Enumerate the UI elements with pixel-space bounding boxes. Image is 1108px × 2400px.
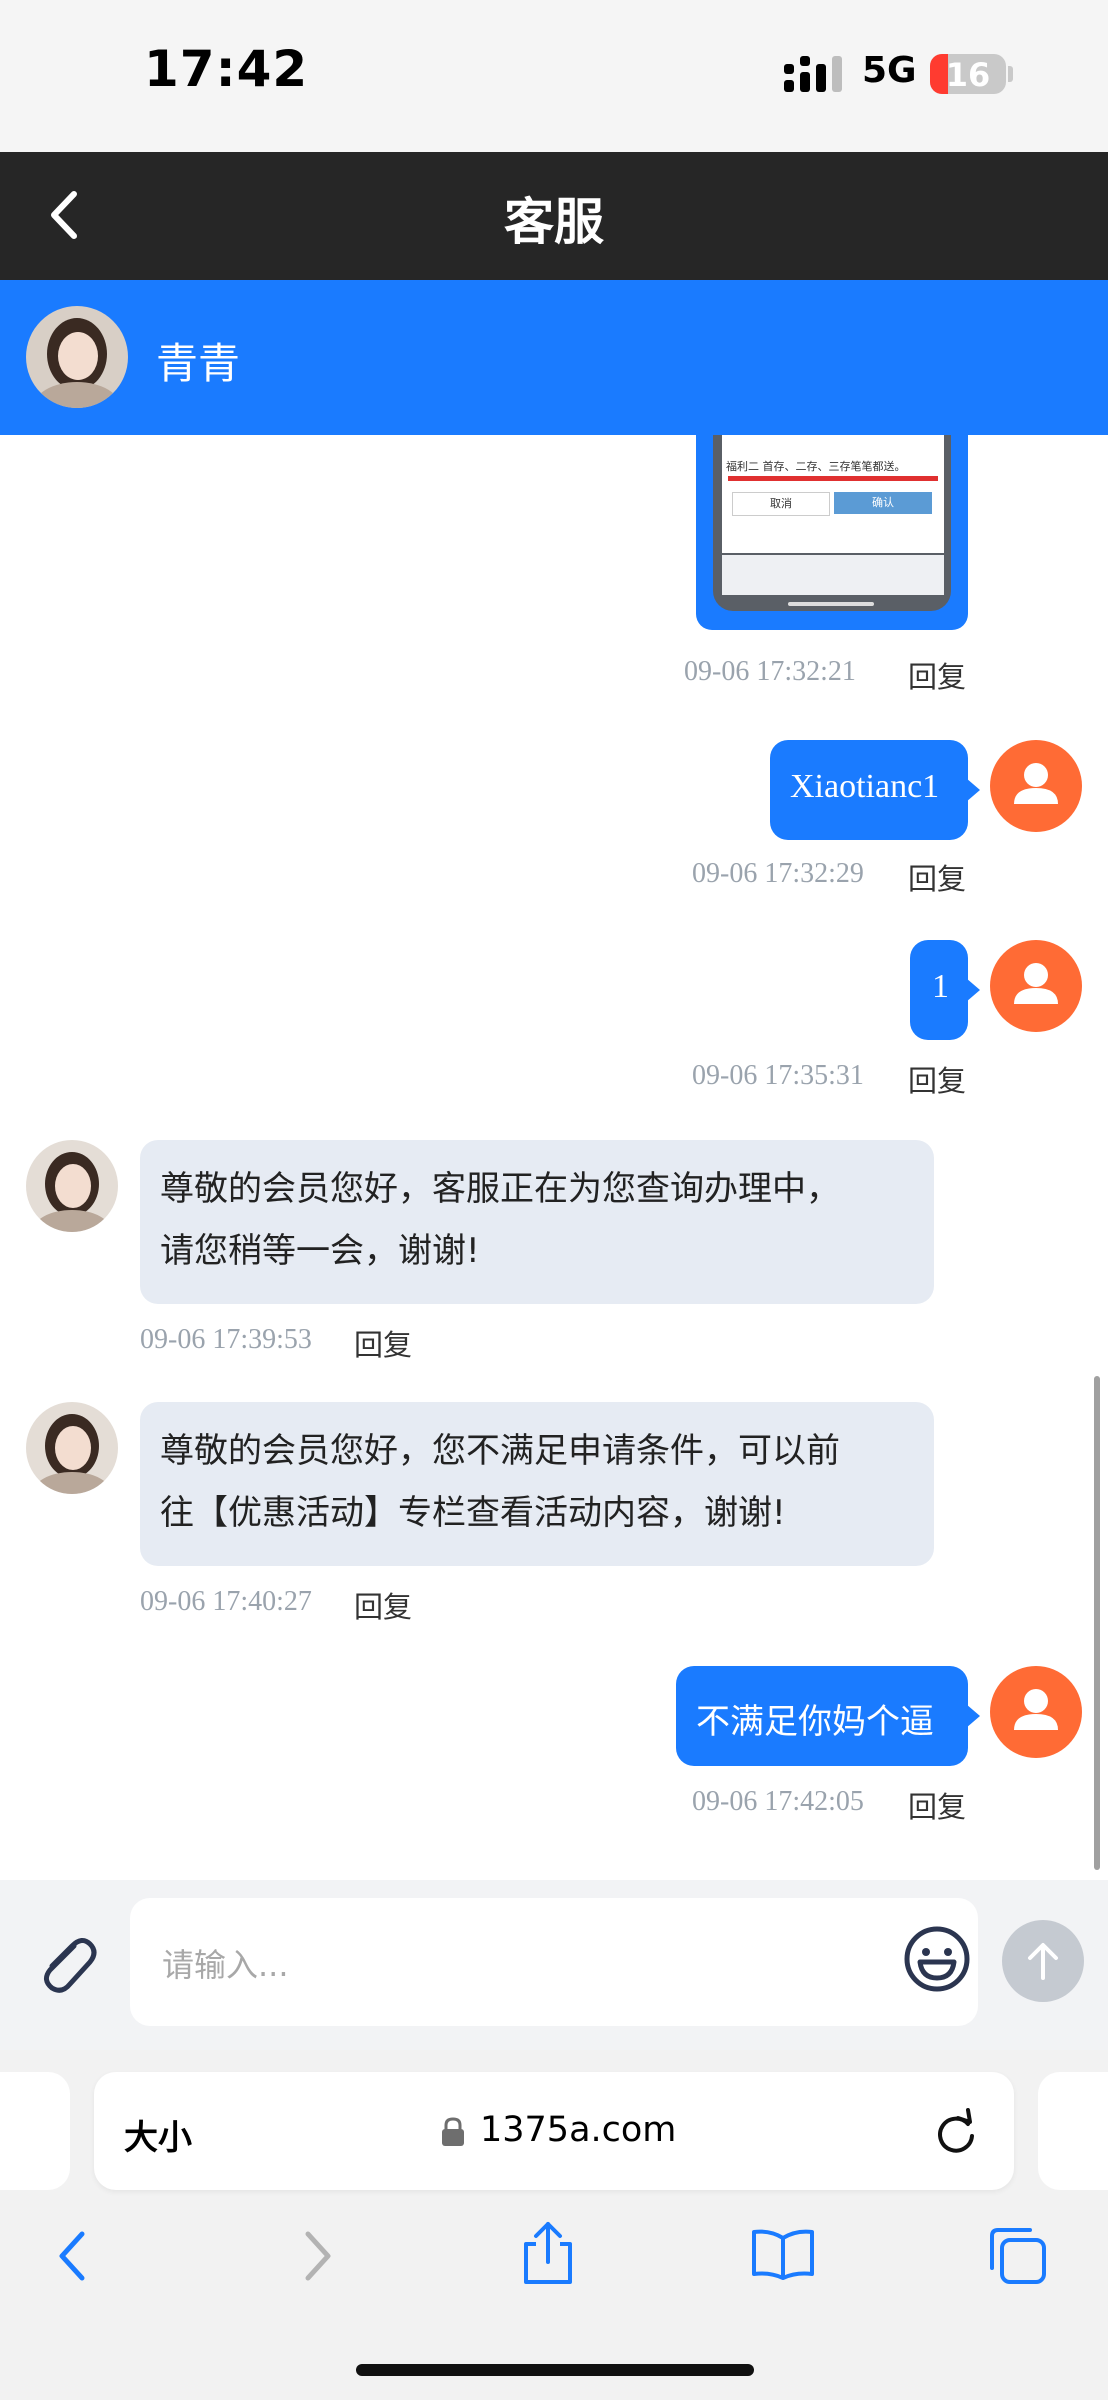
previous-tab[interactable]	[0, 2072, 70, 2190]
tabs-icon[interactable]	[984, 2222, 1050, 2288]
image-message-text: 福利二 首存、二存、三存笔笔都送。	[726, 460, 906, 473]
message-text-line1: 尊敬的会员您好，您不满足申请条件，可以前	[160, 1431, 840, 1471]
share-icon[interactable]	[516, 2218, 580, 2288]
reply-button[interactable]: 回复	[354, 1322, 412, 1364]
page-title: 客服	[504, 193, 604, 251]
message-text-line2: 往【优惠活动】专栏查看活动内容，谢谢!	[160, 1493, 786, 1533]
user-icon	[1014, 963, 1058, 1004]
reply-button[interactable]: 回复	[354, 1584, 412, 1626]
message-timestamp: 09-06 17:32:29	[692, 858, 864, 889]
message-text: 1	[932, 968, 949, 1005]
user-avatar	[990, 940, 1082, 1032]
message-timestamp: 09-06 17:40:27	[140, 1586, 312, 1617]
user-icon	[1014, 763, 1058, 804]
status-time: 17:42	[144, 40, 309, 98]
emoji-icon[interactable]	[902, 1924, 972, 1994]
reply-button[interactable]: 回复	[908, 856, 966, 898]
chat-scrollbar[interactable]	[1094, 1376, 1100, 1870]
send-arrow-icon	[1028, 1943, 1058, 1980]
battery-tip	[1008, 66, 1013, 82]
bubble-tail	[966, 1704, 980, 1728]
reply-button[interactable]: 回复	[908, 1058, 966, 1100]
user-avatar	[990, 740, 1082, 832]
image-message-cancel: 取消	[732, 492, 830, 516]
cellular-signal-icon	[784, 56, 842, 92]
message-text: 不满足你妈个逼	[696, 1702, 934, 1742]
message-timestamp: 09-06 17:39:53	[140, 1324, 312, 1355]
next-tab[interactable]	[1038, 2072, 1108, 2190]
agent-avatar	[26, 1140, 118, 1232]
message-text-line2: 请您稍等一会，谢谢!	[160, 1231, 480, 1271]
text-size-button[interactable]: 大小	[124, 2110, 192, 2159]
url-text: 1375a.com	[480, 2110, 677, 2150]
message-text: Xiaotianc1	[790, 768, 940, 805]
bubble-tail	[966, 978, 980, 1002]
agent-name: 青青	[156, 339, 241, 388]
nav-back-icon[interactable]	[50, 2228, 96, 2284]
user-icon	[1014, 1689, 1058, 1730]
home-indicator	[356, 2364, 754, 2376]
image-message-confirm: 确认	[834, 492, 932, 514]
agent-avatar	[26, 306, 128, 408]
message-timestamp: 09-06 17:32:21	[684, 656, 856, 687]
user-avatar	[990, 1666, 1082, 1758]
network-type: 5G	[862, 50, 917, 91]
bookmarks-icon[interactable]	[748, 2226, 818, 2282]
reply-button[interactable]: 回复	[908, 654, 966, 696]
image-message-divider	[728, 476, 938, 481]
reply-button[interactable]: 回复	[908, 1784, 966, 1826]
lock-icon	[442, 2117, 464, 2146]
nav-forward-icon[interactable]	[294, 2228, 340, 2284]
message-timestamp: 09-06 17:42:05	[692, 1786, 864, 1817]
agent-avatar	[26, 1402, 118, 1494]
image-message-tabbar	[722, 555, 944, 595]
attach-icon[interactable]	[30, 1928, 100, 1998]
message-timestamp: 09-06 17:35:31	[692, 1060, 864, 1091]
message-input-placeholder: 请输入...	[162, 1946, 289, 1984]
bubble-tail	[966, 778, 980, 802]
reload-icon[interactable]	[932, 2108, 980, 2156]
message-text-line1: 尊敬的会员您好，客服正在为您查询办理中，	[160, 1169, 840, 1209]
battery-percent: 16	[945, 56, 991, 94]
image-message-homebar	[788, 602, 874, 606]
